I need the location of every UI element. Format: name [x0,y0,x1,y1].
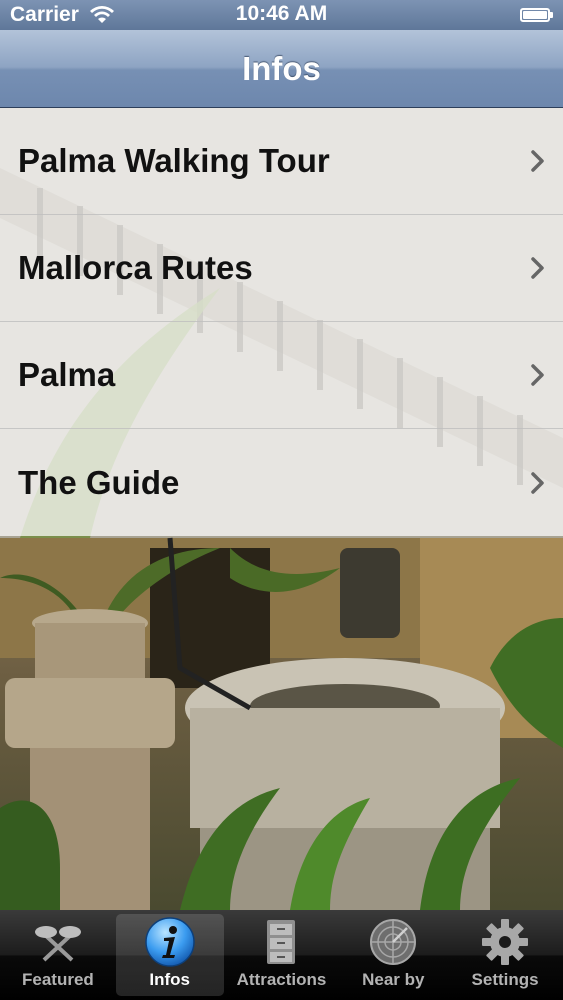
menu-item-label: Mallorca Rutes [18,249,253,286]
menu-item-palma[interactable]: Palma [0,322,563,429]
tab-featured[interactable]: Featured [4,914,112,996]
tab-settings[interactable]: Settings [451,914,559,996]
status-bar: Carrier 10:46 AM [0,0,563,30]
page-title: Infos [242,49,321,87]
info-icon [144,917,195,967]
tab-near-by[interactable]: Near by [339,914,447,996]
cabinet-icon [267,920,296,964]
tab-bar: Featured Infos Attractions Near by Setti… [0,910,563,1000]
menu-item-label: The Guide [18,463,180,501]
status-time: 10:46 AM [235,2,328,25]
tab-infos[interactable]: Infos [115,914,224,996]
info-menu-list: Palma Walking Tour Mallorca Rutes Palma … [0,108,563,536]
featured-icon [34,926,81,962]
gear-icon [482,919,529,965]
menu-item-label: Palma Walking Tour [18,142,330,179]
tab-label: Infos [149,970,190,989]
radar-icon [370,919,417,965]
tab-attractions[interactable]: Attractions [227,914,335,996]
chevron-right-icon [531,150,544,172]
menu-item-label: Palma [18,356,116,393]
tab-label: Settings [471,970,539,989]
tab-label: Featured [21,970,94,989]
chevron-right-icon [531,257,544,279]
menu-item-the-guide[interactable]: The Guide [0,429,563,536]
tab-label: Attractions [236,970,327,989]
menu-item-palma-walking-tour[interactable]: Palma Walking Tour [0,108,563,215]
menu-item-mallorca-rutes[interactable]: Mallorca Rutes [0,215,563,322]
navigation-bar: Infos [0,30,563,108]
chevron-right-icon [531,471,544,494]
chevron-right-icon [531,364,544,386]
tab-label: Near by [362,970,425,989]
